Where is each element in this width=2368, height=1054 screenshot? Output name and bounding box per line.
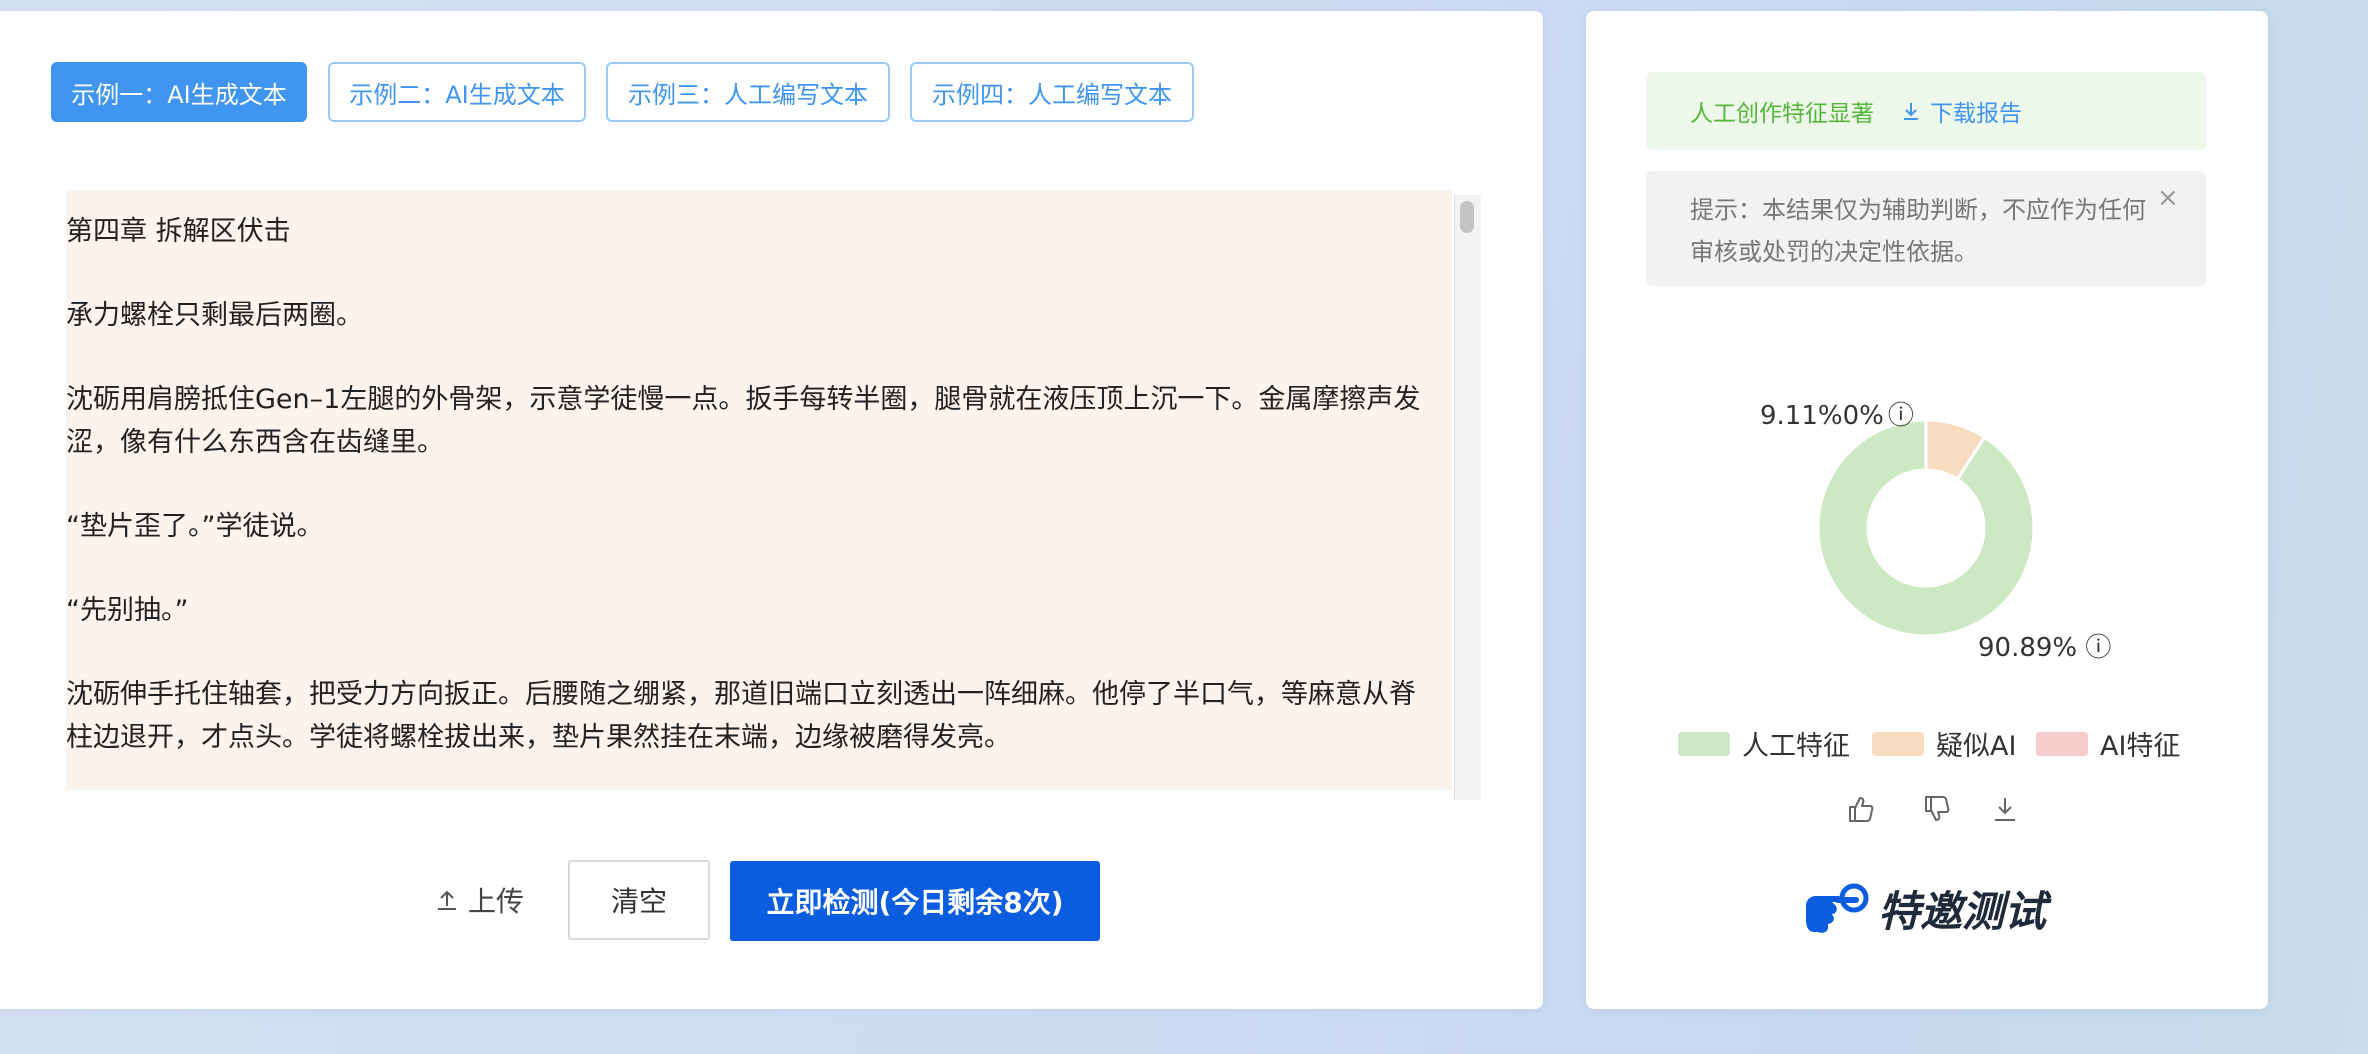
tab-example-1[interactable]: 示例一：AI生成文本	[51, 62, 307, 122]
paragraph: 沈砺用肩膀抵住Gen–1左腿的外骨架，示意学徒慢一点。扳手每转半圈，腿骨就在液压…	[66, 384, 1421, 458]
legend-swatch	[1872, 731, 1924, 756]
thumbs-down-icon[interactable]	[1922, 794, 1952, 824]
download-report-label: 下载报告	[1930, 101, 2022, 127]
paragraph: “先别抽。”	[66, 595, 189, 626]
detect-button[interactable]: 立即检测(今日剩余8次)	[730, 861, 1100, 941]
data-label-suspected-ai: 9.11%	[1760, 401, 1843, 431]
info-icon[interactable]: ⓘ	[2085, 633, 2111, 663]
result-donut-chart	[1816, 418, 2036, 638]
close-icon[interactable]: ×	[2157, 183, 2179, 213]
paragraph: 沈砺伸手托住轴套，把受力方向扳正。后腰随之绷紧，那道旧端口立刻透出一阵细麻。他停…	[66, 679, 1416, 753]
text-input-area[interactable]: 第四章 拆解区伏击 承力螺栓只剩最后两圈。 沈砺用肩膀抵住Gen–1左腿的外骨架…	[66, 190, 1452, 790]
download-report-button[interactable]: 下载报告	[1902, 94, 2022, 128]
clear-button[interactable]: 清空	[568, 860, 710, 940]
result-banner: 人工创作特征显著 下载报告	[1646, 72, 2206, 150]
legend-item-suspected-ai: 疑似AI	[1872, 724, 2016, 763]
data-label-ai-feature: 0%	[1842, 401, 1884, 431]
tab-example-2[interactable]: 示例二：AI生成文本	[328, 62, 586, 122]
legend-label: AI特征	[2100, 731, 2181, 762]
legend-label: 人工特征	[1742, 731, 1850, 762]
disclaimer-notice: 提示：本结果仅为辅助判断，不应作为任何审核或处罚的决定性依据。 ×	[1646, 171, 2206, 286]
invite-label: 特邀测试	[1878, 886, 2047, 936]
upload-icon	[438, 890, 456, 910]
text-scrollbar[interactable]	[1454, 195, 1481, 800]
download-icon[interactable]	[1990, 794, 2020, 824]
legend-label: 疑似AI	[1936, 731, 2017, 762]
paragraph: 第四章 拆解区伏击	[66, 216, 291, 247]
download-icon	[1904, 103, 1918, 120]
donut-label-human-group: 90.89% ⓘ	[1978, 627, 2111, 664]
disclaimer-text: 提示：本结果仅为辅助判断，不应作为任何审核或处罚的决定性依据。	[1690, 196, 2146, 266]
legend-swatch	[1678, 731, 1730, 756]
legend-item-human: 人工特征	[1678, 724, 1850, 763]
legend-item-ai: AI特征	[2036, 724, 2180, 763]
invite-test-button[interactable]: 特邀测试	[1802, 878, 2046, 938]
paragraph: 承力螺栓只剩最后两圈。	[66, 300, 363, 331]
data-label-human: 90.89%	[1978, 633, 2078, 663]
pointing-hand-icon	[1806, 883, 1869, 933]
paragraph: “垫片歪了。”学徒说。	[66, 511, 324, 542]
upload-button[interactable]: 上传	[436, 880, 536, 920]
scroll-thumb[interactable]	[1460, 201, 1474, 233]
upload-label: 上传	[468, 885, 525, 918]
thumbs-up-icon[interactable]	[1846, 794, 1876, 824]
tab-example-4[interactable]: 示例四：人工编写文本	[910, 62, 1194, 122]
tab-example-3[interactable]: 示例三：人工编写文本	[606, 62, 890, 122]
result-verdict: 人工创作特征显著	[1690, 101, 1874, 127]
donut-label-ai-group: 9.11%0% ⓘ	[1760, 395, 1914, 432]
legend-swatch	[2036, 731, 2088, 756]
info-icon[interactable]: ⓘ	[1888, 401, 1914, 431]
